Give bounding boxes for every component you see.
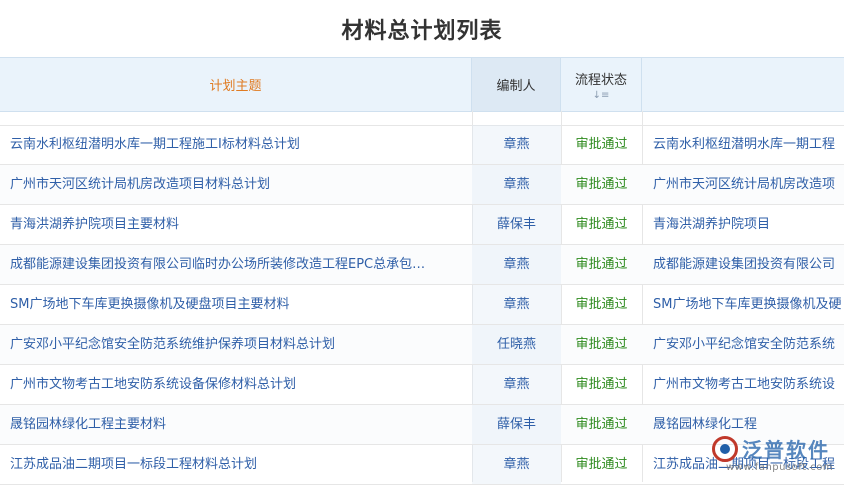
status-cell: 审批通过 bbox=[575, 457, 628, 472]
project-link[interactable]: 云南水利枢纽潜明水库一期工程 bbox=[653, 125, 844, 164]
creator-cell: 章燕 bbox=[472, 285, 561, 324]
topic-link[interactable]: 广安邓小平纪念馆安全防范系统维护保养项目材料总计划 bbox=[10, 325, 460, 364]
page-title: 材料总计划列表 bbox=[341, 19, 503, 44]
creator-cell: 章燕 bbox=[472, 125, 561, 164]
creator-cell: 章燕 bbox=[472, 445, 561, 484]
table-row[interactable]: 晟铭园林绿化工程主要材料 薛保丰 审批通过 晟铭园林绿化工程 bbox=[0, 405, 844, 445]
column-header-creator[interactable]: 编制人 bbox=[472, 58, 561, 111]
status-cell: 审批通过 bbox=[575, 177, 628, 192]
column-header-topic-label: 计划主题 bbox=[209, 79, 262, 94]
column-header-creator-label: 编制人 bbox=[496, 79, 536, 94]
project-link[interactable]: SM广场地下车库更换摄像机及硬 bbox=[653, 285, 844, 324]
table-row[interactable]: 广安邓小平纪念馆安全防范系统维护保养项目材料总计划 任晓燕 审批通过 广安邓小平… bbox=[0, 325, 844, 365]
project-link[interactable]: 广州市文物考古工地安防系统设 bbox=[653, 365, 844, 404]
creator-cell: 章燕 bbox=[472, 165, 561, 204]
project-link[interactable]: 广安邓小平纪念馆安全防范系统 bbox=[653, 325, 844, 364]
sort-icon[interactable]: ↓≡ bbox=[593, 90, 610, 101]
project-link[interactable]: 广州市天河区统计局机房改造项 bbox=[653, 165, 844, 204]
table-header: 计划主题 编制人 流程状态 ↓≡ bbox=[0, 57, 844, 112]
creator-cell: 薛保丰 bbox=[472, 405, 561, 444]
creator-cell: 章燕 bbox=[472, 245, 561, 284]
project-link[interactable]: 青海洪湖养护院项目 bbox=[653, 205, 844, 244]
status-cell: 审批通过 bbox=[575, 337, 628, 352]
table-row[interactable]: 广州市天河区统计局机房改造项目材料总计划 章燕 审批通过 广州市天河区统计局机房… bbox=[0, 165, 844, 205]
table-row[interactable]: SM广场地下车库更换摄像机及硬盘项目主要材料 章燕 审批通过 SM广场地下车库更… bbox=[0, 285, 844, 325]
table-row[interactable]: 广州市文物考古工地安防系统设备保修材料总计划 章燕 审批通过 广州市文物考古工地… bbox=[0, 365, 844, 405]
status-cell: 审批通过 bbox=[575, 217, 628, 232]
column-header-status[interactable]: 流程状态 ↓≡ bbox=[561, 58, 642, 111]
column-header-status-label: 流程状态 bbox=[574, 72, 627, 88]
creator-cell: 章燕 bbox=[472, 365, 561, 404]
topic-link[interactable]: 江苏成品油二期项目一标段工程材料总计划 bbox=[10, 445, 460, 484]
topic-link[interactable]: 青海洪湖养护院项目主要材料 bbox=[10, 205, 460, 244]
table-row-partial bbox=[0, 111, 844, 126]
project-link[interactable]: 江苏成品油二期项目一标段工程 bbox=[653, 445, 844, 484]
table-body: 云南水利枢纽潜明水库一期工程施工I标材料总计划 章燕 审批通过 云南水利枢纽潜明… bbox=[0, 125, 844, 485]
table-row[interactable]: 成都能源建设集团投资有限公司临时办公场所装修改造工程EPC总承包… 章燕 审批通… bbox=[0, 245, 844, 285]
status-cell: 审批通过 bbox=[575, 257, 628, 272]
table-row[interactable]: 云南水利枢纽潜明水库一期工程施工I标材料总计划 章燕 审批通过 云南水利枢纽潜明… bbox=[0, 125, 844, 165]
status-cell: 审批通过 bbox=[575, 137, 628, 152]
status-cell: 审批通过 bbox=[575, 297, 628, 312]
creator-cell: 薛保丰 bbox=[472, 205, 561, 244]
topic-link[interactable]: 云南水利枢纽潜明水库一期工程施工I标材料总计划 bbox=[10, 125, 460, 164]
topic-link[interactable]: 晟铭园林绿化工程主要材料 bbox=[10, 405, 460, 444]
status-cell: 审批通过 bbox=[575, 377, 628, 392]
creator-cell: 任晓燕 bbox=[472, 325, 561, 364]
project-link[interactable]: 成都能源建设集团投资有限公司 bbox=[653, 245, 844, 284]
status-cell: 审批通过 bbox=[575, 417, 628, 432]
project-link[interactable]: 晟铭园林绿化工程 bbox=[653, 405, 844, 444]
topic-link[interactable]: SM广场地下车库更换摄像机及硬盘项目主要材料 bbox=[10, 285, 460, 324]
topic-link[interactable]: 成都能源建设集团投资有限公司临时办公场所装修改造工程EPC总承包… bbox=[10, 245, 460, 284]
column-header-project[interactable] bbox=[642, 58, 844, 111]
topic-link[interactable]: 广州市天河区统计局机房改造项目材料总计划 bbox=[10, 165, 460, 204]
table-row[interactable]: 青海洪湖养护院项目主要材料 薛保丰 审批通过 青海洪湖养护院项目 bbox=[0, 205, 844, 245]
column-header-topic[interactable]: 计划主题 bbox=[0, 58, 472, 111]
table-row[interactable]: 江苏成品油二期项目一标段工程材料总计划 章燕 审批通过 江苏成品油二期项目一标段… bbox=[0, 445, 844, 485]
topic-link[interactable]: 广州市文物考古工地安防系统设备保修材料总计划 bbox=[10, 365, 460, 404]
